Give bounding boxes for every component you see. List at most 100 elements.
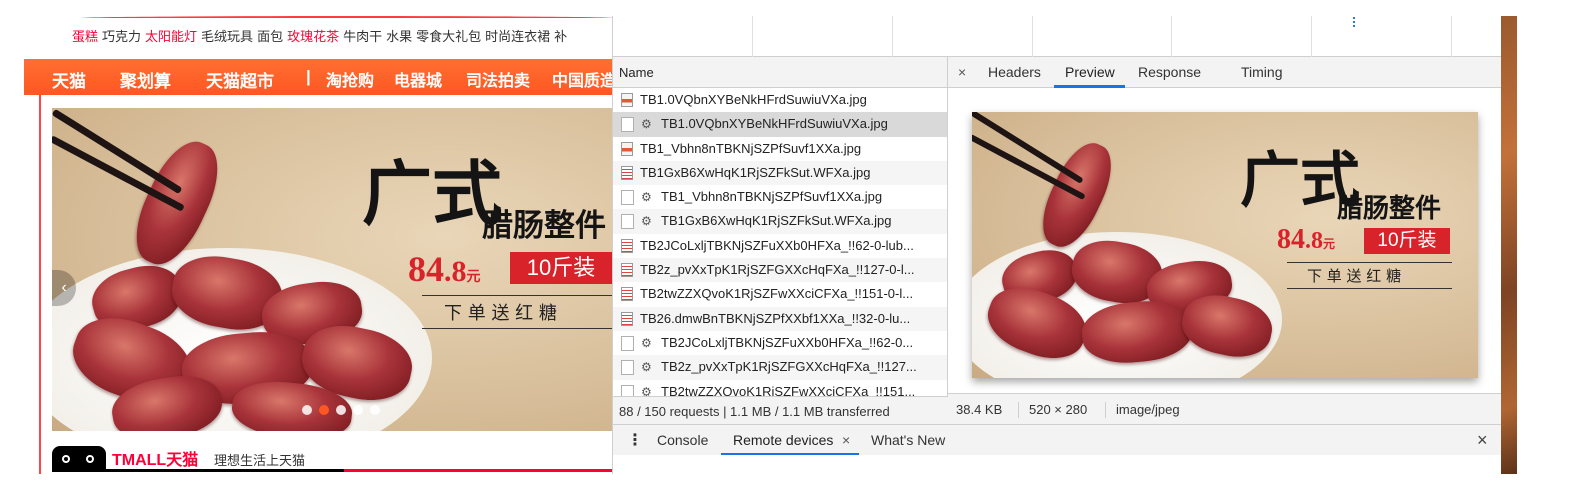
nav-item[interactable]: 淘抢购 xyxy=(326,67,374,91)
tab-remote-devices[interactable]: Remote devices xyxy=(733,432,833,448)
request-row[interactable]: ⚙ TB1.0VQbnXYBeNkHFrdSuwiuVXa.jpg xyxy=(613,112,947,137)
nav-item[interactable]: 聚划算 xyxy=(120,67,171,92)
request-row[interactable]: TB26.dmwBnTBKNjSZPfXXbf1XXa_!!32-0-lu... xyxy=(613,306,947,331)
overview-gridline xyxy=(752,16,753,57)
preview-dimensions: 520 × 280 xyxy=(1029,402,1088,417)
preview-rule xyxy=(1287,262,1452,263)
preview-title-small: 腊肠整件 xyxy=(1337,194,1442,224)
price-int: 84 xyxy=(408,249,444,289)
main-nav: 天猫 聚划算 天猫超市 | 淘抢购 电器城 司法拍卖 中国质造 xyxy=(24,59,612,95)
document-file-icon xyxy=(621,311,633,326)
request-row[interactable]: TB1_Vbhn8nTBKNjSZPfSuvf1XXa.jpg xyxy=(613,137,947,161)
carousel-dot[interactable] xyxy=(336,405,346,415)
drawer-menu-icon[interactable]: ⋮ xyxy=(627,430,643,450)
name-column-header[interactable]: Name xyxy=(613,57,947,88)
carousel-dot[interactable] xyxy=(302,405,312,415)
carousel-dots xyxy=(302,402,387,420)
nav-item[interactable]: 司法拍卖 xyxy=(466,67,530,91)
gear-icon: ⚙ xyxy=(641,214,652,229)
banner-price: 84.8元 xyxy=(408,248,481,290)
overview-gridline xyxy=(1032,16,1033,57)
request-row[interactable]: TB2z_pvXxTpK1RjSZFGXXcHqFXa_!!127-0-l... xyxy=(613,258,947,283)
hot-word-link[interactable]: 水果 xyxy=(386,29,412,44)
document-file-icon xyxy=(621,287,633,302)
hot-word-link[interactable]: 巧克力 xyxy=(102,29,141,44)
request-name: TB2twZZXQvoK1RjSZFwXXciCFXa_!!151-0-l... xyxy=(640,286,914,302)
hot-word-link[interactable]: 零食大礼包 xyxy=(416,29,481,44)
price-unit: 元 xyxy=(1323,237,1336,251)
request-list: Name TB1.0VQbnXYBeNkHFrdSuwiuVXa.jpg ⚙ TB1… xyxy=(613,57,948,424)
request-name: TB1GxB6XwHqK1RjSZFkSut.WFXa.jpg xyxy=(661,213,892,229)
gear-icon: ⚙ xyxy=(641,190,652,205)
nav-item[interactable]: 天猫 xyxy=(52,67,86,92)
tmall-logo-text[interactable]: TMALL天猫 xyxy=(112,446,198,470)
request-name: TB1_Vbhn8nTBKNjSZPfSuvf1XXa.jpg xyxy=(661,189,883,205)
checkbox-icon xyxy=(621,117,634,133)
hot-word-link[interactable]: 太阳能灯 xyxy=(145,29,197,44)
screenshot-stage: 蛋糕 巧克力 太阳能灯 毛绒玩具 面包 玫瑰花茶 牛肉干 水果 零食大礼包 时尚连衣裙补 天猫 聚划… xyxy=(0,0,1578,502)
network-overview[interactable] xyxy=(613,16,1501,57)
nav-item[interactable]: 中国质造 xyxy=(552,67,612,91)
tab-headers[interactable]: Headers xyxy=(988,64,1041,80)
banner-image[interactable]: 广式 腊肠整件 84.8元 10斤装 下 单 送 红 糖 xyxy=(52,108,612,431)
document-file-icon xyxy=(621,263,633,278)
tmall-page: 蛋糕 巧克力 太阳能灯 毛绒玩具 面包 玫瑰花茶 牛肉干 水果 零食大礼包 时尚连衣裙补 天猫 聚划… xyxy=(24,16,612,474)
tab-preview[interactable]: Preview xyxy=(1065,64,1115,80)
request-row[interactable]: TB1GxB6XwHqK1RjSZFkSut.WFXa.jpg xyxy=(613,160,947,186)
image-preview-area: 广式 腊肠整件 84.8元 10斤装 下 单 送 红 糖 xyxy=(948,88,1501,393)
request-row[interactable]: TB2JCoLxljTBKNjSZFuXXb0HFXa_!!62-0-lub..… xyxy=(613,234,947,258)
request-name: TB1_Vbhn8nTBKNjSZPfSuvf1XXa.jpg xyxy=(640,140,862,156)
hot-word-link[interactable]: 面包 xyxy=(257,29,283,44)
hot-word-link[interactable]: 玫瑰花茶 xyxy=(287,29,339,44)
document-file-icon xyxy=(621,165,633,180)
request-row[interactable]: ⚙ TB1_Vbhn8nTBKNjSZPfSuvf1XXa.jpg xyxy=(613,185,947,209)
price-dec: .8 xyxy=(1305,228,1323,254)
banner-title-small: 腊肠整件 xyxy=(482,208,606,244)
image-file-icon xyxy=(621,93,633,107)
tmall-slogan: 理想生活上天猫 xyxy=(214,453,306,468)
request-name: TB26.dmwBnTBKNjSZPfXXbf1XXa_!!32-0-lu... xyxy=(640,310,911,326)
category-border xyxy=(39,95,41,474)
tmall-cat-logo-icon[interactable] xyxy=(52,446,106,470)
request-row[interactable]: ⚙ TB2JCoLxljTBKNjSZFuXXb0HFXa_!!62-0... xyxy=(613,331,947,355)
request-row[interactable]: ⚙ TB1GxB6XwHqK1RjSZFkSut.WFXa.jpg xyxy=(613,209,947,234)
close-drawer-icon[interactable]: × xyxy=(1477,430,1488,451)
carousel-dot[interactable] xyxy=(353,405,363,415)
request-name: TB2z_pvXxTpK1RjSZFGXXcHqFXa_!!127-0-l... xyxy=(640,262,915,278)
devtools-drawer-tabs: ⋮ Console Remote devices × What's New × xyxy=(613,424,1501,456)
request-name: TB2JCoLxljTBKNjSZFuXXb0HFXa_!!62-0... xyxy=(661,334,914,350)
request-row[interactable]: TB2twZZXQvoK1RjSZFwXXciCFXa_!!151-0-l... xyxy=(613,282,947,306)
nav-item[interactable]: 天猫超市 xyxy=(206,67,274,92)
cat-eye xyxy=(62,455,70,463)
hot-word-link[interactable]: 蛋糕 xyxy=(72,29,98,44)
request-row[interactable]: ⚙ TB2z_pvXxTpK1RjSZFGXXcHqFXa_!!127... xyxy=(613,355,947,380)
gear-icon: ⚙ xyxy=(641,335,652,350)
tmall-brand-bar: TMALL天猫 理想生活上天猫 xyxy=(52,442,612,472)
close-remote-devices-tab-icon[interactable]: × xyxy=(842,432,850,448)
hot-word-link[interactable]: 时尚连衣裙 xyxy=(485,29,550,44)
request-row[interactable]: TB1.0VQbnXYBeNkHFrdSuwiuVXa.jpg xyxy=(613,88,947,112)
preview-size: 38.4 KB xyxy=(956,402,1003,417)
tab-timing[interactable]: Timing xyxy=(1241,64,1283,80)
hot-word-link[interactable]: 毛绒玩具 xyxy=(201,29,253,44)
close-detail-icon[interactable]: × xyxy=(958,64,966,80)
banner-rule xyxy=(422,328,612,329)
requests-summary: 88 / 150 requests | 1.1 MB / 1.1 MB tran… xyxy=(613,396,948,424)
banner-rule xyxy=(422,295,612,296)
brand-underline xyxy=(52,469,612,472)
hot-word-link[interactable]: 牛肉干 xyxy=(343,29,382,44)
overview-gridline xyxy=(892,16,893,57)
tab-console[interactable]: Console xyxy=(657,432,708,448)
preview-rule xyxy=(1287,288,1452,289)
carousel-dot[interactable] xyxy=(370,405,380,415)
drawer-content xyxy=(613,455,1501,474)
hot-word-link[interactable]: 补 xyxy=(554,29,567,44)
gear-icon: ⚙ xyxy=(641,360,652,375)
carousel-dot[interactable] xyxy=(319,405,329,415)
tab-response[interactable]: Response xyxy=(1138,64,1201,80)
tab-whats-new[interactable]: What's New xyxy=(871,432,945,448)
nav-item[interactable]: 电器城 xyxy=(394,67,442,91)
brand-underline-black xyxy=(52,469,344,472)
preview-price: 84.8元 xyxy=(1277,224,1335,256)
price-dec: .8 xyxy=(444,255,467,288)
